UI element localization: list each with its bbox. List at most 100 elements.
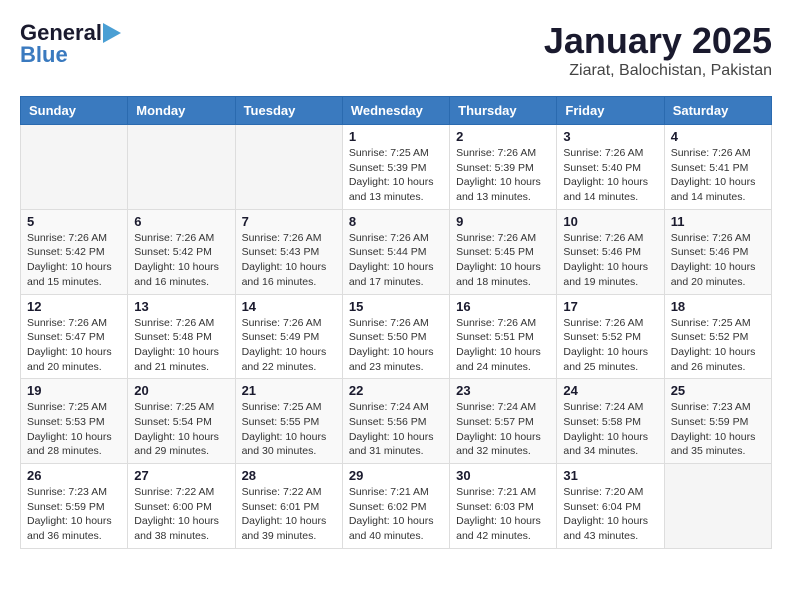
- calendar-cell: 28 Sunrise: 7:22 AM Sunset: 6:01 PM Dayli…: [235, 464, 342, 549]
- day-number: 12: [27, 299, 121, 314]
- day-info: Sunrise: 7:26 AM Sunset: 5:43 PM Dayligh…: [242, 231, 336, 290]
- calendar-cell: 15 Sunrise: 7:26 AM Sunset: 5:50 PM Dayli…: [342, 294, 449, 379]
- calendar-cell: 16 Sunrise: 7:26 AM Sunset: 5:51 PM Dayli…: [450, 294, 557, 379]
- day-info: Sunrise: 7:26 AM Sunset: 5:46 PM Dayligh…: [671, 231, 765, 290]
- calendar-cell: 30 Sunrise: 7:21 AM Sunset: 6:03 PM Dayli…: [450, 464, 557, 549]
- calendar-cell: 14Sunrise: 7:26 AM Sunset: 5:49 PM Dayli…: [235, 294, 342, 379]
- day-number: 13: [134, 299, 228, 314]
- calendar-cell: 5 Sunrise: 7:26 AM Sunset: 5:42 PM Daylig…: [21, 209, 128, 294]
- calendar-cell: 19Sunrise: 7:25 AM Sunset: 5:53 PM Dayli…: [21, 379, 128, 464]
- day-info: Sunrise: 7:26 AM Sunset: 5:40 PM Dayligh…: [563, 146, 657, 205]
- day-info: Sunrise: 7:26 AM Sunset: 5:44 PM Dayligh…: [349, 231, 443, 290]
- day-number: 21: [242, 383, 336, 398]
- day-number: 14: [242, 299, 336, 314]
- calendar-cell: [664, 464, 771, 549]
- day-info: Sunrise: 7:26 AM Sunset: 5:46 PM Dayligh…: [563, 231, 657, 290]
- calendar-day-header: Thursday: [450, 97, 557, 125]
- day-info: Sunrise: 7:24 AM Sunset: 5:57 PM Dayligh…: [456, 400, 550, 459]
- calendar-day-header: Saturday: [664, 97, 771, 125]
- day-info: Sunrise: 7:26 AM Sunset: 5:51 PM Dayligh…: [456, 316, 550, 375]
- calendar-cell: 26Sunrise: 7:23 AM Sunset: 5:59 PM Dayli…: [21, 464, 128, 549]
- month-title: January 2025: [544, 20, 772, 62]
- calendar-cell: 23 Sunrise: 7:24 AM Sunset: 5:57 PM Dayli…: [450, 379, 557, 464]
- calendar-cell: 8 Sunrise: 7:26 AM Sunset: 5:44 PM Daylig…: [342, 209, 449, 294]
- day-info: Sunrise: 7:26 AM Sunset: 5:50 PM Dayligh…: [349, 316, 443, 375]
- day-number: 29: [349, 468, 443, 483]
- calendar-day-header: Tuesday: [235, 97, 342, 125]
- calendar-cell: [21, 125, 128, 210]
- day-number: 20: [134, 383, 228, 398]
- day-number: 16: [456, 299, 550, 314]
- day-number: 25: [671, 383, 765, 398]
- day-info: Sunrise: 7:25 AM Sunset: 5:54 PM Dayligh…: [134, 400, 228, 459]
- day-number: 26: [27, 468, 121, 483]
- day-info: Sunrise: 7:26 AM Sunset: 5:48 PM Dayligh…: [134, 316, 228, 375]
- calendar-cell: 27Sunrise: 7:22 AM Sunset: 6:00 PM Dayli…: [128, 464, 235, 549]
- day-number: 24: [563, 383, 657, 398]
- day-number: 28: [242, 468, 336, 483]
- calendar-cell: [128, 125, 235, 210]
- calendar-week-row: 5 Sunrise: 7:26 AM Sunset: 5:42 PM Daylig…: [21, 209, 772, 294]
- page-header: General Blue January 2025 Ziarat, Baloch…: [20, 20, 772, 80]
- day-info: Sunrise: 7:25 AM Sunset: 5:39 PM Dayligh…: [349, 146, 443, 205]
- calendar-week-row: 19Sunrise: 7:25 AM Sunset: 5:53 PM Dayli…: [21, 379, 772, 464]
- day-info: Sunrise: 7:25 AM Sunset: 5:53 PM Dayligh…: [27, 400, 121, 459]
- calendar-cell: 9 Sunrise: 7:26 AM Sunset: 5:45 PM Daylig…: [450, 209, 557, 294]
- calendar-cell: [235, 125, 342, 210]
- day-info: Sunrise: 7:21 AM Sunset: 6:02 PM Dayligh…: [349, 485, 443, 544]
- logo-blue: Blue: [20, 42, 68, 68]
- calendar-cell: 1 Sunrise: 7:25 AM Sunset: 5:39 PM Daylig…: [342, 125, 449, 210]
- day-info: Sunrise: 7:26 AM Sunset: 5:41 PM Dayligh…: [671, 146, 765, 205]
- title-block: January 2025 Ziarat, Balochistan, Pakist…: [544, 20, 772, 80]
- day-number: 23: [456, 383, 550, 398]
- day-info: Sunrise: 7:24 AM Sunset: 5:58 PM Dayligh…: [563, 400, 657, 459]
- day-number: 8: [349, 214, 443, 229]
- day-info: Sunrise: 7:26 AM Sunset: 5:42 PM Dayligh…: [27, 231, 121, 290]
- day-info: Sunrise: 7:23 AM Sunset: 5:59 PM Dayligh…: [671, 400, 765, 459]
- day-number: 30: [456, 468, 550, 483]
- day-number: 1: [349, 129, 443, 144]
- calendar-cell: 2 Sunrise: 7:26 AM Sunset: 5:39 PM Daylig…: [450, 125, 557, 210]
- calendar-header-row: SundayMondayTuesdayWednesdayThursdayFrid…: [21, 97, 772, 125]
- day-number: 17: [563, 299, 657, 314]
- day-number: 10: [563, 214, 657, 229]
- day-number: 6: [134, 214, 228, 229]
- day-info: Sunrise: 7:25 AM Sunset: 5:52 PM Dayligh…: [671, 316, 765, 375]
- day-number: 3: [563, 129, 657, 144]
- calendar-cell: 21 Sunrise: 7:25 AM Sunset: 5:55 PM Dayli…: [235, 379, 342, 464]
- day-info: Sunrise: 7:26 AM Sunset: 5:42 PM Dayligh…: [134, 231, 228, 290]
- calendar-cell: 25 Sunrise: 7:23 AM Sunset: 5:59 PM Dayli…: [664, 379, 771, 464]
- calendar-cell: 20 Sunrise: 7:25 AM Sunset: 5:54 PM Dayli…: [128, 379, 235, 464]
- logo: General Blue: [20, 20, 125, 68]
- calendar-week-row: 26Sunrise: 7:23 AM Sunset: 5:59 PM Dayli…: [21, 464, 772, 549]
- day-info: Sunrise: 7:26 AM Sunset: 5:39 PM Dayligh…: [456, 146, 550, 205]
- calendar-cell: 11Sunrise: 7:26 AM Sunset: 5:46 PM Dayli…: [664, 209, 771, 294]
- day-info: Sunrise: 7:26 AM Sunset: 5:47 PM Dayligh…: [27, 316, 121, 375]
- calendar-week-row: 12 Sunrise: 7:26 AM Sunset: 5:47 PM Dayli…: [21, 294, 772, 379]
- calendar-day-header: Monday: [128, 97, 235, 125]
- calendar-day-header: Sunday: [21, 97, 128, 125]
- location: Ziarat, Balochistan, Pakistan: [544, 62, 772, 80]
- day-number: 5: [27, 214, 121, 229]
- day-number: 9: [456, 214, 550, 229]
- calendar-cell: 6 Sunrise: 7:26 AM Sunset: 5:42 PM Daylig…: [128, 209, 235, 294]
- logo-arrow-icon: [103, 23, 125, 43]
- day-number: 4: [671, 129, 765, 144]
- day-info: Sunrise: 7:22 AM Sunset: 6:00 PM Dayligh…: [134, 485, 228, 544]
- calendar-cell: 12 Sunrise: 7:26 AM Sunset: 5:47 PM Dayli…: [21, 294, 128, 379]
- day-info: Sunrise: 7:20 AM Sunset: 6:04 PM Dayligh…: [563, 485, 657, 544]
- day-number: 22: [349, 383, 443, 398]
- day-info: Sunrise: 7:22 AM Sunset: 6:01 PM Dayligh…: [242, 485, 336, 544]
- calendar-cell: 4 Sunrise: 7:26 AM Sunset: 5:41 PM Daylig…: [664, 125, 771, 210]
- day-info: Sunrise: 7:25 AM Sunset: 5:55 PM Dayligh…: [242, 400, 336, 459]
- day-number: 18: [671, 299, 765, 314]
- calendar-day-header: Friday: [557, 97, 664, 125]
- day-number: 7: [242, 214, 336, 229]
- day-number: 15: [349, 299, 443, 314]
- day-info: Sunrise: 7:26 AM Sunset: 5:45 PM Dayligh…: [456, 231, 550, 290]
- day-number: 2: [456, 129, 550, 144]
- day-info: Sunrise: 7:21 AM Sunset: 6:03 PM Dayligh…: [456, 485, 550, 544]
- calendar-cell: 3 Sunrise: 7:26 AM Sunset: 5:40 PM Daylig…: [557, 125, 664, 210]
- calendar-cell: 22Sunrise: 7:24 AM Sunset: 5:56 PM Dayli…: [342, 379, 449, 464]
- calendar-table: SundayMondayTuesdayWednesdayThursdayFrid…: [20, 96, 772, 549]
